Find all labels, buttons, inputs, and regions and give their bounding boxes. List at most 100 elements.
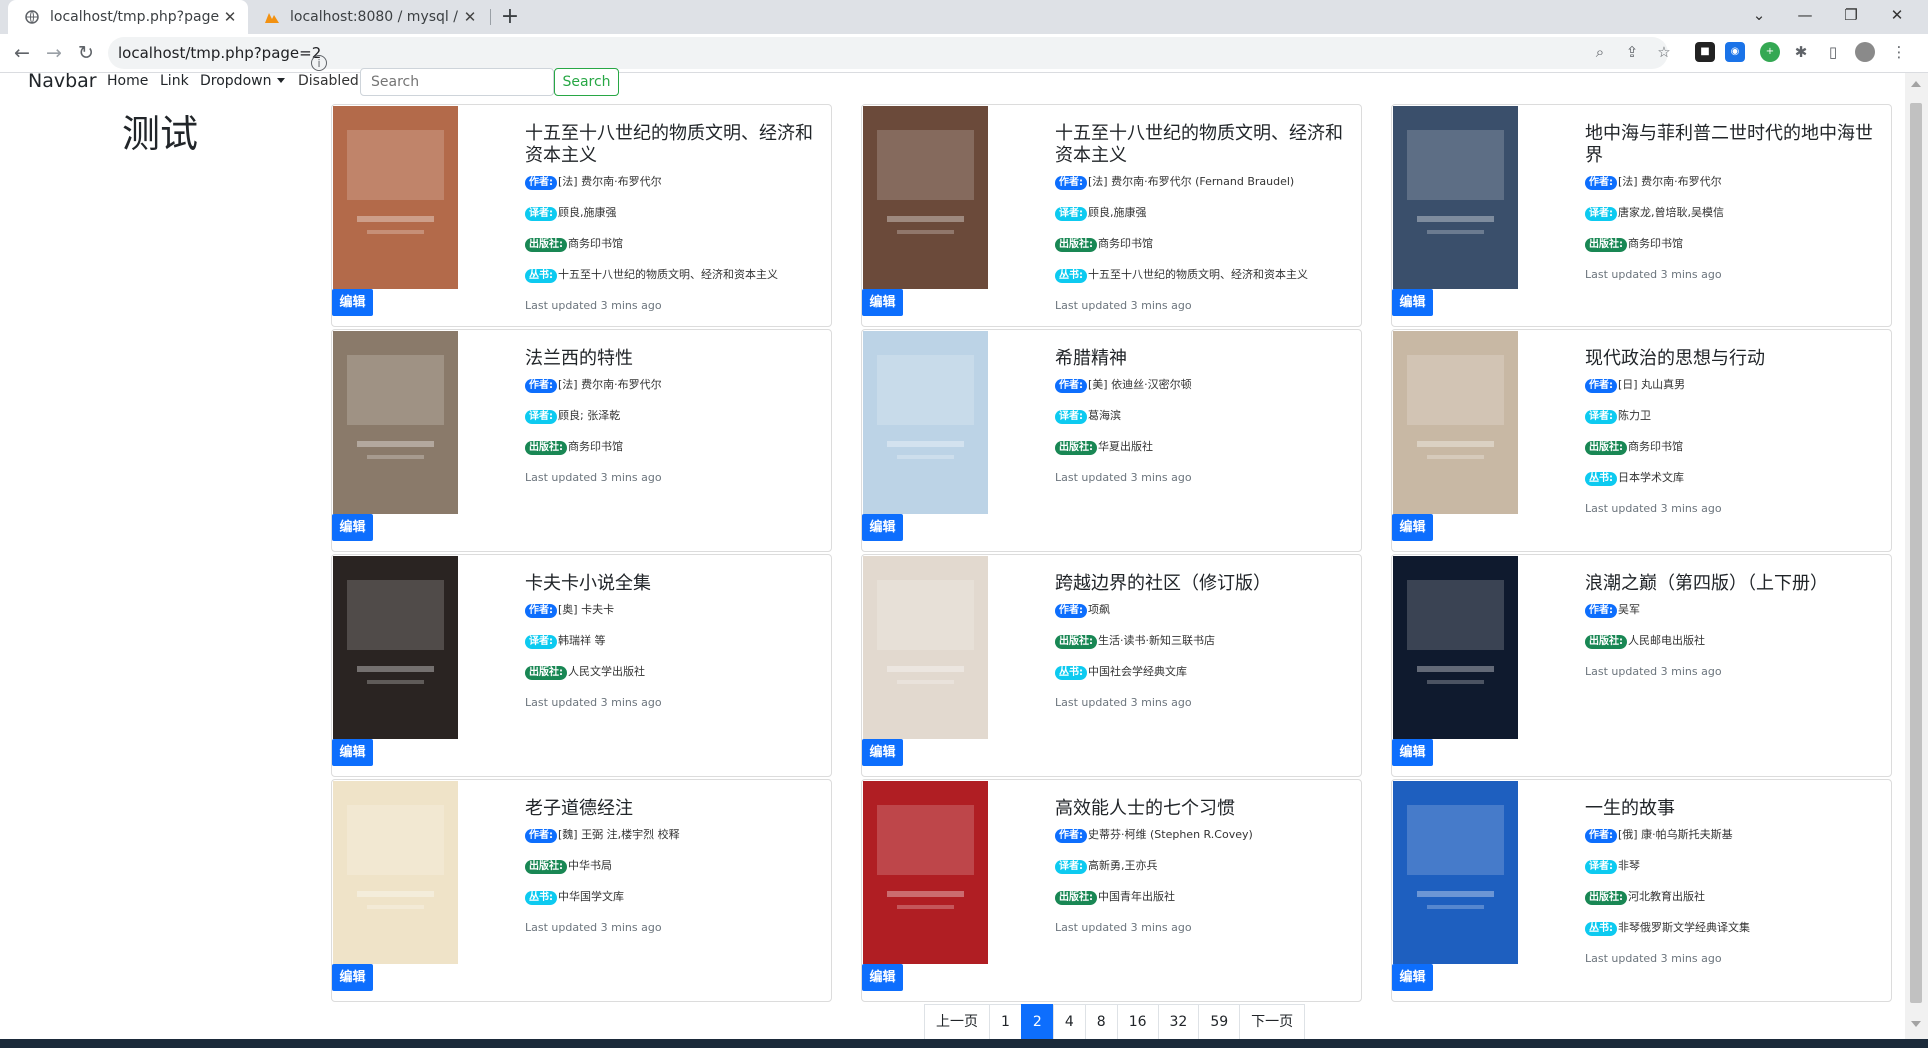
scrollbar-thumb[interactable]: [1910, 103, 1922, 1003]
edit-button[interactable]: 编辑: [862, 514, 903, 541]
book-translator: 译者: 高新勇,王亦兵: [1055, 859, 1345, 890]
publisher-badge: 出版社:: [1055, 441, 1097, 455]
menu-kebab-icon[interactable]: ⋮: [1890, 43, 1908, 61]
book-title[interactable]: 法兰西的特性: [525, 348, 815, 370]
book-title[interactable]: 十五至十八世纪的物质文明、经济和资本主义: [525, 123, 815, 167]
extension-icon[interactable]: +: [1760, 42, 1780, 62]
back-icon[interactable]: ←: [9, 41, 35, 65]
book-title[interactable]: 老子道德经注: [525, 798, 815, 820]
book-title[interactable]: 浪潮之巅（第四版）（上下册）: [1585, 573, 1875, 595]
scroll-up-icon[interactable]: [1911, 81, 1921, 87]
book-title[interactable]: 希腊精神: [1055, 348, 1345, 370]
tab-close-icon[interactable]: ✕: [220, 8, 240, 26]
page-number[interactable]: 16: [1116, 1004, 1159, 1041]
publisher-value: 河北教育出版社: [1628, 890, 1705, 903]
search-input[interactable]: [360, 68, 554, 96]
new-tab-icon[interactable]: +: [497, 4, 523, 30]
book-translator: 译者: 葛海滨: [1055, 409, 1345, 440]
profile-avatar-icon[interactable]: [1855, 42, 1875, 62]
edit-button[interactable]: 编辑: [862, 289, 903, 316]
browser-tab[interactable]: localhost:8080 / mysql / book ✕: [248, 0, 488, 34]
site-info-icon[interactable]: i: [311, 55, 327, 71]
publisher-badge: 出版社:: [525, 666, 567, 680]
edit-button[interactable]: 编辑: [332, 964, 373, 991]
book-cover-image[interactable]: [863, 781, 988, 964]
book-title[interactable]: 地中海与菲利普二世时代的地中海世界: [1585, 123, 1875, 167]
book-title[interactable]: 十五至十八世纪的物质文明、经济和资本主义: [1055, 123, 1345, 167]
tab-search-icon[interactable]: ⌄: [1736, 0, 1782, 34]
forward-icon[interactable]: →: [41, 41, 67, 65]
series-value: 中华国学文库: [558, 890, 624, 903]
share-icon[interactable]: ⇪: [1623, 43, 1641, 61]
author-value: [魏] 王弼 注,楼宇烈 校释: [558, 828, 680, 841]
page-number[interactable]: 2: [1020, 1004, 1054, 1041]
book-cover-image[interactable]: [1393, 106, 1518, 289]
book-title[interactable]: 卡夫卡小说全集: [525, 573, 815, 595]
author-value: [美] 依迪丝·汉密尔顿: [1088, 378, 1192, 391]
book-cover-image[interactable]: [863, 556, 988, 739]
book-cover-image[interactable]: [333, 331, 458, 514]
edit-button[interactable]: 编辑: [332, 514, 373, 541]
browser-tab-active[interactable]: localhost/tmp.php?page=2 ✕: [8, 0, 248, 34]
extension-icon[interactable]: ■: [1695, 42, 1715, 62]
book-cover-image[interactable]: [333, 781, 458, 964]
book-cover-image[interactable]: [1393, 331, 1518, 514]
extension-icon[interactable]: ◉: [1725, 42, 1745, 62]
book-cover-image[interactable]: [863, 331, 988, 514]
book-cover-image[interactable]: [333, 556, 458, 739]
minimize-icon[interactable]: —: [1782, 0, 1828, 34]
book-cover-image[interactable]: [333, 106, 458, 289]
book-translator: 译者: 顾良; 张泽乾: [525, 409, 815, 440]
reload-icon[interactable]: ↻: [73, 41, 99, 65]
book-cover-image[interactable]: [1393, 556, 1518, 739]
last-updated: Last updated 3 mins ago: [1055, 921, 1192, 934]
page-number[interactable]: 59: [1198, 1004, 1241, 1041]
author-badge: 作者:: [1055, 379, 1087, 393]
page-number[interactable]: 32: [1157, 1004, 1200, 1041]
address-bar[interactable]: i localhost/tmp.php?page=2: [108, 37, 1668, 71]
page-next[interactable]: 下一页: [1239, 1004, 1306, 1041]
book-title[interactable]: 高效能人士的七个习惯: [1055, 798, 1345, 820]
page-number[interactable]: 1: [989, 1004, 1022, 1041]
nav-disabled: Disabled: [298, 73, 359, 89]
edit-button[interactable]: 编辑: [1392, 289, 1433, 316]
restore-icon[interactable]: ❐: [1828, 0, 1874, 34]
book-info: 高效能人士的七个习惯 作者: 史蒂芬·柯维 (Stephen R.Covey) 译者:…: [1055, 798, 1345, 935]
page-number[interactable]: 4: [1052, 1004, 1086, 1041]
book-author: 作者: [法] 费尔南·布罗代尔: [525, 378, 815, 409]
edit-button[interactable]: 编辑: [1392, 739, 1433, 766]
nav-link[interactable]: Link: [160, 73, 189, 89]
edit-button[interactable]: 编辑: [862, 964, 903, 991]
book-title[interactable]: 现代政治的思想与行动: [1585, 348, 1875, 370]
tab-close-icon[interactable]: ✕: [460, 8, 480, 26]
edit-button[interactable]: 编辑: [1392, 964, 1433, 991]
book-title[interactable]: 跨越边界的社区（修订版）: [1055, 573, 1345, 595]
book-cover-image[interactable]: [863, 106, 988, 289]
publisher-value: 中华书局: [568, 859, 612, 872]
zoom-icon[interactable]: ⌕: [1591, 43, 1609, 61]
search-button[interactable]: Search: [554, 68, 619, 96]
address-url[interactable]: localhost/tmp.php?page=2: [118, 44, 321, 62]
extensions-puzzle-icon[interactable]: ✱: [1792, 43, 1810, 61]
scroll-down-icon[interactable]: [1911, 1021, 1921, 1027]
book-cover-image[interactable]: [1393, 781, 1518, 964]
navbar-brand[interactable]: Navbar: [28, 70, 97, 92]
edit-button[interactable]: 编辑: [1392, 514, 1433, 541]
edit-button[interactable]: 编辑: [332, 289, 373, 316]
edit-button[interactable]: 编辑: [332, 739, 373, 766]
bookmark-star-icon[interactable]: ☆: [1655, 43, 1673, 61]
publisher-value: 商务印书馆: [1098, 237, 1153, 250]
page-prev[interactable]: 上一页: [924, 1004, 990, 1041]
book-title[interactable]: 一生的故事: [1585, 798, 1875, 820]
page-number[interactable]: 8: [1084, 1004, 1118, 1041]
publisher-value: 人民文学出版社: [568, 665, 645, 678]
close-window-icon[interactable]: ✕: [1874, 0, 1920, 34]
os-taskbar: [0, 1039, 1928, 1048]
author-value: 吴军: [1618, 603, 1640, 616]
book-translator: 译者: 顾良,施康强: [525, 206, 815, 237]
nav-home[interactable]: Home: [107, 73, 148, 89]
page-scrollbar[interactable]: [1905, 73, 1928, 1039]
edit-button[interactable]: 编辑: [862, 739, 903, 766]
nav-dropdown[interactable]: Dropdown: [200, 73, 286, 89]
side-panel-icon[interactable]: ▯: [1824, 43, 1842, 61]
